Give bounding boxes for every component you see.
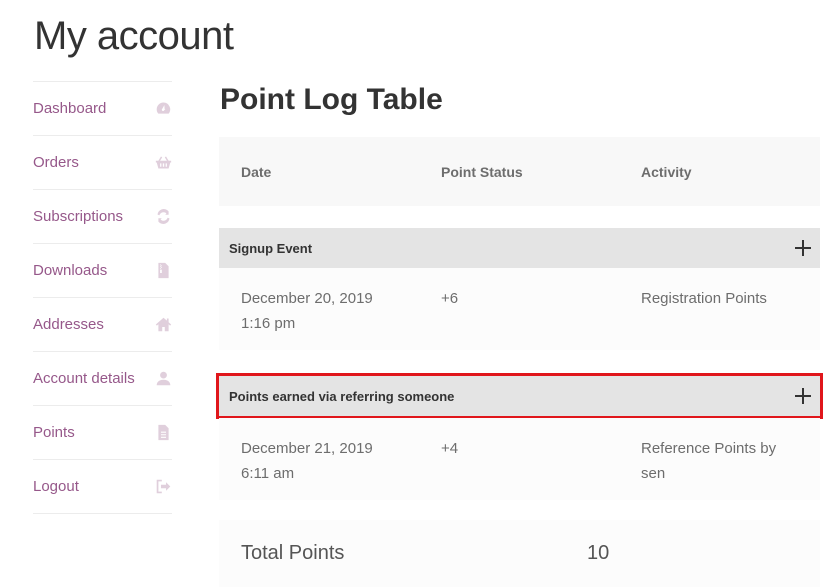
point-log-section: Point Log Table Date Point Status Activi… (216, 80, 823, 587)
log-group-signup: Signup Event December 20, 2019 1:16 pm +… (219, 228, 820, 350)
column-header-point-status: Point Status (441, 163, 523, 180)
date-cell: December 20, 2019 1:16 pm (241, 286, 373, 336)
date-cell: December 21, 2019 6:11 am (241, 436, 373, 486)
sidebar-item-label: Dashboard (33, 100, 107, 117)
dashboard-gauge-icon (154, 100, 172, 118)
group-title: Signup Event (229, 240, 313, 256)
sidebar-item-label: Logout (33, 478, 79, 495)
refresh-icon (154, 208, 172, 226)
file-archive-icon (154, 262, 172, 280)
table-header: Date Point Status Activity (219, 137, 820, 206)
account-navigation: Dashboard Orders Subscriptions Downloads… (33, 81, 172, 514)
sidebar-item-label: Account details (33, 370, 135, 387)
date-value: December 20, 2019 (241, 290, 373, 307)
points-cell: +6 (441, 290, 459, 307)
user-icon (154, 370, 172, 388)
date-value: December 21, 2019 (241, 440, 373, 457)
sidebar-item-label: Subscriptions (33, 208, 124, 225)
sidebar-item-label: Points (33, 424, 75, 441)
points-cell: +4 (441, 440, 459, 457)
sidebar-item-label: Downloads (33, 262, 108, 279)
time-value: 6:11 am (241, 465, 295, 482)
home-icon (154, 316, 172, 334)
document-icon (154, 424, 172, 442)
sidebar-item-dashboard[interactable]: Dashboard (33, 82, 172, 136)
log-group-referral: Points earned via referring someone Dece… (216, 373, 823, 500)
table-title: Point Log Table (220, 83, 443, 116)
expand-plus-icon[interactable] (794, 239, 812, 257)
total-points-label: Total Points (241, 542, 345, 564)
sidebar-item-subscriptions[interactable]: Subscriptions (33, 190, 172, 244)
page-title: My account (34, 14, 234, 58)
total-points-value: 10 (587, 542, 610, 564)
column-header-date: Date (241, 163, 272, 180)
group-title: Points earned via referring someone (229, 388, 455, 404)
sidebar-item-orders[interactable]: Orders (33, 136, 172, 190)
column-header-activity: Activity (641, 163, 692, 180)
sidebar-item-logout[interactable]: Logout (33, 460, 172, 514)
activity-cell: Reference Points by sen (641, 440, 777, 482)
table-row: December 20, 2019 1:16 pm +6 Registratio… (219, 268, 820, 350)
sidebar-item-account-details[interactable]: Account details (33, 352, 172, 406)
table-row: December 21, 2019 6:11 am +4 Reference P… (219, 418, 820, 500)
sign-out-icon (154, 478, 172, 496)
sidebar-item-addresses[interactable]: Addresses (33, 298, 172, 352)
sidebar-item-label: Addresses (33, 316, 104, 333)
activity-cell: Registration Points (641, 290, 767, 307)
total-points-row: Total Points 10 (219, 520, 820, 587)
sidebar-item-downloads[interactable]: Downloads (33, 244, 172, 298)
group-header[interactable]: Points earned via referring someone (216, 373, 823, 419)
sidebar-item-label: Orders (33, 154, 79, 171)
basket-icon (154, 154, 172, 172)
group-header[interactable]: Signup Event (219, 228, 820, 268)
time-value: 1:16 pm (241, 315, 296, 332)
expand-plus-icon[interactable] (794, 387, 812, 405)
sidebar-item-points[interactable]: Points (33, 406, 172, 460)
